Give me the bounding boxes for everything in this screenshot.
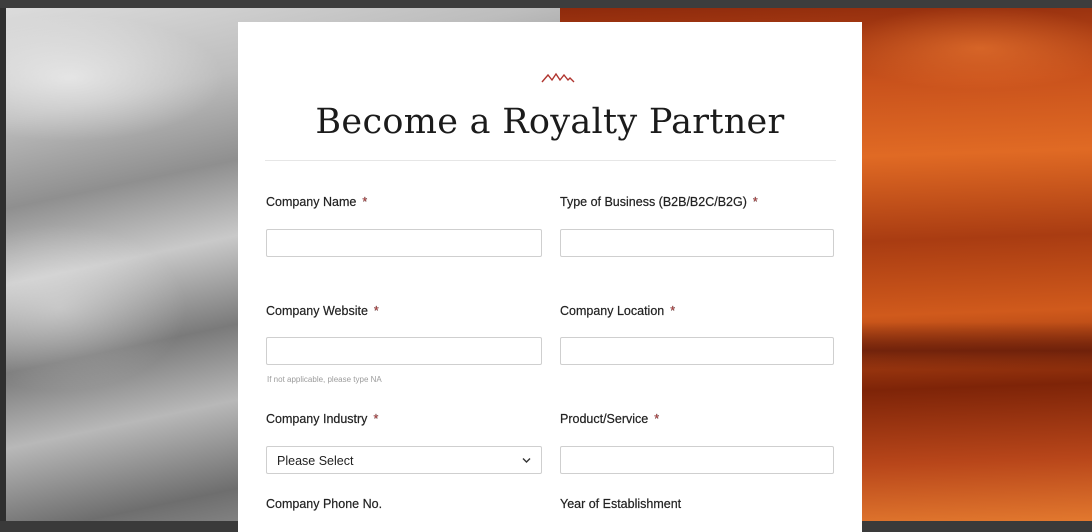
browser-top-strip: [0, 0, 1092, 8]
year-established-label-text: Year of Establishment: [560, 497, 682, 511]
mountain-logo-icon: [541, 72, 575, 83]
company-website-input[interactable]: [267, 338, 541, 364]
company-industry-select[interactable]: Please Select: [266, 446, 542, 474]
company-name-label-text: Company Name: [266, 195, 357, 209]
company-industry-selected: Please Select: [277, 454, 354, 468]
company-location-field[interactable]: [560, 337, 834, 365]
required-marker: *: [670, 304, 676, 318]
year-established-label: Year of Establishment: [560, 497, 681, 511]
chevron-down-icon: [522, 458, 531, 463]
company-website-label: Company Website *: [266, 304, 379, 318]
product-service-input[interactable]: [561, 447, 833, 473]
required-marker: *: [752, 195, 758, 209]
company-name-label: Company Name *: [266, 195, 367, 209]
left-edge-shadow: [0, 8, 6, 521]
company-website-label-text: Company Website: [266, 304, 368, 318]
required-marker: *: [373, 412, 379, 426]
camel-caravan-silhouette: [862, 322, 1092, 370]
required-marker: *: [362, 195, 368, 209]
title-divider: [265, 160, 836, 161]
company-phone-label-text: Company Phone No.: [266, 497, 383, 511]
company-website-hint: If not applicable, please type NA: [267, 375, 382, 384]
company-location-label: Company Location *: [560, 304, 675, 318]
company-phone-label: Company Phone No.: [266, 497, 382, 511]
business-type-field[interactable]: [560, 229, 834, 257]
company-location-label-text: Company Location: [560, 304, 665, 318]
company-name-field[interactable]: [266, 229, 542, 257]
product-service-field[interactable]: [560, 446, 834, 474]
required-marker: *: [373, 304, 379, 318]
business-type-label: Type of Business (B2B/B2C/B2G) *: [560, 195, 758, 209]
business-type-label-text: Type of Business (B2B/B2C/B2G): [560, 195, 747, 209]
page-title: Become a Royalty Partner: [315, 102, 785, 142]
company-industry-label-text: Company Industry: [266, 412, 368, 426]
company-location-input[interactable]: [561, 338, 833, 364]
company-name-input[interactable]: [267, 230, 541, 256]
company-website-field[interactable]: [266, 337, 542, 365]
product-service-label: Product/Service *: [560, 412, 659, 426]
company-industry-label: Company Industry *: [266, 412, 379, 426]
required-marker: *: [654, 412, 660, 426]
product-service-label-text: Product/Service: [560, 412, 649, 426]
business-type-input[interactable]: [561, 230, 833, 256]
partner-form-card: Become a Royalty Partner Company Name * T…: [238, 22, 862, 532]
